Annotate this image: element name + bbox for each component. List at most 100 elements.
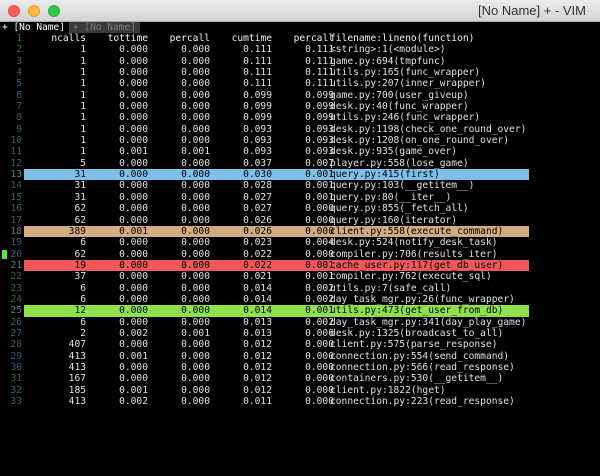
header-percall-cum: percall (293, 33, 334, 44)
gutter: 33 (0, 396, 24, 407)
cell-function: day_task_mgr.py:26(func_wrapper) (330, 293, 515, 305)
line-number: 31 (10, 373, 22, 385)
buffer-line[interactable]: 15 31 0.000 0.000 0.027 0.001 query.py:80(__it… (0, 192, 600, 203)
buffer-line[interactable]: 24 6 0.000 0.000 0.014 0.002 day_task_mgr.py:2… (0, 294, 600, 305)
gutter: 12 (0, 158, 24, 169)
gutter: 7 (0, 101, 24, 112)
cell-function: client.py:1822(hget) (330, 384, 446, 396)
buffer-line[interactable]: 5 1 0.000 0.000 0.111 0.111 utils.py:207(inner… (0, 78, 600, 89)
buffer-line[interactable]: 3 1 0.000 0.000 0.111 0.111 game.py:694(tmpfun… (0, 56, 600, 67)
minimize-button[interactable] (28, 5, 40, 17)
zoom-button[interactable] (48, 5, 60, 17)
buffer-line[interactable]: 2 1 0.000 0.000 0.111 0.111 <string>:1(<module… (0, 44, 600, 55)
buffer-line[interactable]: 32 185 0.001 0.000 0.012 0.000 client.py:1822(… (0, 385, 600, 396)
cell-ncalls: 413 (68, 350, 86, 362)
cell-percall: 0.000 (181, 67, 210, 79)
cell-tottime: 0.000 (119, 78, 148, 90)
buffer-line[interactable]: 27 2 0.002 0.001 0.013 0.006 desk.py:1325(broa… (0, 328, 600, 339)
buffer-line[interactable]: 9 1 0.000 0.000 0.093 0.093 desk.py:1198(check… (0, 124, 600, 135)
buffer-line[interactable]: 10 1 0.000 0.000 0.093 0.093 desk.py:1208(on_o… (0, 135, 600, 146)
cell-function: desk.py:1325(broadcast_to_all) (330, 327, 504, 339)
gutter: 6 (0, 90, 24, 101)
cell-percall: 0.000 (181, 396, 210, 407)
cell-ncalls: 19 (74, 259, 86, 271)
cell-percall-cum: 0.000 (305, 339, 334, 351)
close-button[interactable] (8, 5, 20, 17)
cell-percall: 0.000 (181, 55, 210, 67)
editor-buffer[interactable]: 1 ncalls tottime percall cumtime percall… (0, 33, 600, 407)
buffer-line[interactable]: 30 413 0.000 0.000 0.012 0.000 connection.py:5… (0, 362, 600, 373)
cell-tottime: 0.000 (119, 373, 148, 385)
buffer-line[interactable]: 26 6 0.000 0.000 0.013 0.002 day_task_mgr.py:3… (0, 317, 600, 328)
header-line: 1 ncalls tottime percall cumtime percall… (0, 33, 600, 44)
cell-percall-cum: 0.000 (305, 373, 334, 385)
gutter: 25 (0, 305, 24, 316)
buffer-line[interactable]: 12 5 0.000 0.000 0.037 0.007 player.py:558(los… (0, 158, 600, 169)
cell-cumtime: 0.013 (243, 327, 272, 339)
buffer-line[interactable]: 23 6 0.000 0.000 0.014 0.002 utils.py:7(safe_c… (0, 283, 600, 294)
cell-percall: 0.000 (181, 237, 210, 249)
line-number: 4 (16, 67, 22, 79)
line-number: 10 (10, 135, 22, 147)
line-number: 5 (16, 78, 22, 90)
buffer-line[interactable]: 33 413 0.002 0.000 0.011 0.000 connection.py:2… (0, 396, 600, 407)
buffer-line[interactable]: 6 1 0.000 0.000 0.099 0.099 game.py:700(user_g… (0, 90, 600, 101)
cell-function: connection.py:554(send_command) (330, 350, 510, 362)
line-number: 28 (10, 339, 22, 351)
cell-tottime: 0.000 (119, 157, 148, 169)
cell-function: desk.py:1208(on_one_round_over) (330, 135, 510, 147)
buffer-line[interactable]: 16 62 0.000 0.000 0.027 0.000 query.py:855(_fe… (0, 203, 600, 214)
highlighted-line[interactable]: 25 12 0.000 0.000 0.014 0.001 utils.py:473(get… (0, 305, 600, 317)
cell-percall-cum: 0.000 (305, 384, 334, 396)
cell-percall: 0.000 (181, 305, 210, 317)
buffer-line[interactable]: 7 1 0.000 0.000 0.099 0.099 desk.py:40(func_wr… (0, 101, 600, 112)
cell-cumtime: 0.099 (243, 101, 272, 113)
cell-cumtime: 0.111 (243, 78, 272, 90)
buffer-line[interactable]: 14 31 0.000 0.000 0.028 0.001 query.py:103(__g… (0, 180, 600, 191)
tab-inactive[interactable]: + [No Name] (68, 22, 140, 33)
cell-ncalls: 1 (80, 44, 86, 56)
cell-tottime: 0.000 (119, 89, 148, 101)
cell-percall: 0.000 (181, 203, 210, 215)
cell-ncalls: 6 (80, 282, 86, 294)
cell-function: desk.py:524(notify_desk_task) (330, 237, 498, 249)
highlighted-line[interactable]: 18 389 0.001 0.000 0.026 0.000 client.py:558(e… (0, 225, 600, 238)
cell-tottime: 0.000 (119, 282, 148, 294)
cell-function: query.py:415(first) (330, 169, 440, 181)
buffer-line[interactable]: 11 1 0.001 0.001 0.093 0.093 desk.py:935(game_… (0, 146, 600, 157)
cell-percall: 0.000 (181, 259, 210, 271)
cell-percall: 0.000 (181, 112, 210, 124)
cell-percall-cum: 0.002 (305, 282, 334, 294)
buffer-line[interactable]: 28 407 0.000 0.000 0.012 0.000 client.py:575(p… (0, 339, 600, 350)
cell-percall: 0.000 (181, 191, 210, 203)
cell-percall: 0.000 (181, 101, 210, 113)
gutter: 15 (0, 192, 24, 203)
line-number: 21 (10, 259, 22, 271)
buffer-line[interactable]: 19 6 0.000 0.000 0.023 0.004 desk.py:524(notif… (0, 237, 600, 248)
buffer-line[interactable]: 29 413 0.001 0.000 0.012 0.000 connection.py:5… (0, 351, 600, 362)
buffer-line[interactable]: 8 1 0.000 0.000 0.099 0.099 utils.py:246(func_… (0, 112, 600, 123)
cell-ncalls: 31 (74, 191, 86, 203)
buffer-line[interactable]: 31 167 0.000 0.000 0.012 0.000 containers.py:5… (0, 373, 600, 384)
cell-function: utils.py:246(func_wrapper) (330, 112, 481, 124)
cell-tottime: 0.000 (119, 316, 148, 328)
cell-percall-cum: 0.000 (305, 248, 334, 260)
tab-active[interactable]: + [No Name] (0, 22, 67, 33)
cell-percall-cum: 0.001 (305, 271, 334, 283)
cell-percall: 0.000 (181, 44, 210, 56)
buffer-line[interactable]: 22 37 0.000 0.000 0.021 0.001 compiler.py:762(… (0, 271, 600, 282)
cell-percall-cum: 0.002 (305, 293, 334, 305)
cell-cumtime: 0.012 (243, 350, 272, 362)
buffer-line[interactable]: 17 62 0.000 0.000 0.026 0.000 query.py:160(ite… (0, 215, 600, 226)
title-bar[interactable]: [No Name] + - VIM (0, 0, 600, 22)
buffer-line[interactable]: 20 62 0.000 0.000 0.022 0.000 compiler.py:706(… (0, 249, 600, 260)
highlighted-line[interactable]: 21 19 0.000 0.000 0.022 0.001 cache_user.py:11… (0, 259, 600, 272)
cell-function: desk.py:40(func_wrapper) (330, 101, 469, 113)
cell-percall-cum: 0.000 (305, 203, 334, 215)
header-tottime: tottime (107, 33, 148, 44)
line-number: 8 (16, 112, 22, 124)
cell-tottime: 0.000 (119, 203, 148, 215)
highlighted-line[interactable]: 13 31 0.000 0.000 0.030 0.001 query.py:415(fir… (0, 169, 600, 181)
cell-cumtime: 0.012 (243, 373, 272, 385)
buffer-line[interactable]: 4 1 0.000 0.000 0.111 0.111 utils.py:165(func_… (0, 67, 600, 78)
